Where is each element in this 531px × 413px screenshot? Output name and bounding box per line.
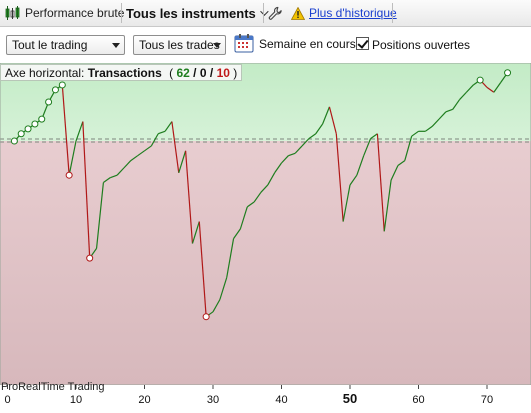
x-tick-label: 20 bbox=[138, 394, 150, 406]
trading-select-value: Tout le trading bbox=[12, 38, 88, 52]
more-history-label: Plus d'historique bbox=[309, 6, 397, 20]
trade-point-marker bbox=[17, 130, 25, 138]
trading-select[interactable]: Tout le trading bbox=[6, 35, 125, 55]
trades-select[interactable]: Tous les trades bbox=[133, 35, 226, 55]
trade-point-marker bbox=[10, 137, 18, 145]
toolbar-divider bbox=[263, 3, 264, 23]
x-tick-label: 30 bbox=[207, 394, 219, 406]
instruments-dropdown[interactable]: Tous les instruments bbox=[126, 0, 269, 26]
chart-svg: 0 10 20 30 40 50 60 70 bbox=[0, 62, 531, 413]
x-tick-label: 70 bbox=[481, 394, 493, 406]
toolbar-divider bbox=[392, 3, 393, 23]
trade-point-marker bbox=[476, 76, 484, 84]
count-separator: / bbox=[209, 66, 214, 80]
more-history-link[interactable]: Plus d'historique bbox=[309, 0, 397, 26]
x-tick-label: 50 bbox=[343, 391, 357, 406]
trade-point-marker bbox=[86, 254, 94, 262]
filter-bar: Tout le trading Tous les trades Semaine … bbox=[0, 27, 531, 63]
performance-brute-button[interactable]: Performance brute bbox=[25, 0, 124, 26]
trade-point-marker bbox=[504, 69, 512, 77]
open-paren: ( bbox=[169, 66, 174, 80]
trade-point-marker bbox=[31, 120, 39, 128]
close-paren: ) bbox=[233, 66, 238, 80]
calendar-icon[interactable] bbox=[234, 33, 254, 56]
open-positions-checkbox[interactable] bbox=[356, 37, 369, 50]
trade-point-marker bbox=[38, 115, 46, 123]
axis-prefix: Axe horizontal: bbox=[5, 66, 85, 80]
instruments-label: Tous les instruments bbox=[126, 5, 256, 21]
trade-point-marker bbox=[58, 81, 66, 89]
open-positions-label[interactable]: Positions ouvertes bbox=[372, 38, 470, 52]
watermark-label: ProRealTime Trading bbox=[1, 381, 105, 393]
even-count: 0 bbox=[199, 66, 207, 80]
x-tick-label: 40 bbox=[275, 394, 287, 406]
losses-count: 10 bbox=[216, 66, 230, 80]
x-tick-label: 60 bbox=[412, 394, 424, 406]
current-week-label[interactable]: Semaine en cours bbox=[259, 37, 356, 51]
toolbar-divider bbox=[121, 3, 122, 23]
loss-zone bbox=[0, 141, 531, 385]
trade-point-marker bbox=[24, 125, 32, 133]
trade-point-marker bbox=[65, 171, 73, 179]
count-separator: / bbox=[193, 66, 197, 80]
dropdown-arrow-icon bbox=[112, 43, 120, 48]
trades-select-value: Tous les trades bbox=[139, 38, 220, 52]
x-tick-label: 10 bbox=[70, 394, 82, 406]
performance-chart-icon[interactable] bbox=[5, 0, 21, 26]
trade-point-marker bbox=[202, 313, 210, 321]
wrench-icon[interactable] bbox=[268, 0, 283, 26]
horizontal-axis-header: Axe horizontal: Transactions ( 62 / 0 / … bbox=[0, 64, 243, 81]
warning-icon bbox=[291, 0, 305, 26]
trade-point-marker bbox=[45, 98, 53, 106]
axis-mode: Transactions bbox=[87, 66, 162, 80]
top-toolbar: Performance brute Tous les instruments P… bbox=[0, 0, 531, 27]
x-tick-label: 0 bbox=[4, 394, 10, 406]
performance-brute-label: Performance brute bbox=[25, 6, 125, 20]
trade-point-marker bbox=[51, 86, 59, 94]
dropdown-arrow-icon bbox=[213, 43, 221, 48]
wins-count: 62 bbox=[176, 66, 190, 80]
performance-chart: 0 10 20 30 40 50 60 70 bbox=[0, 62, 531, 413]
